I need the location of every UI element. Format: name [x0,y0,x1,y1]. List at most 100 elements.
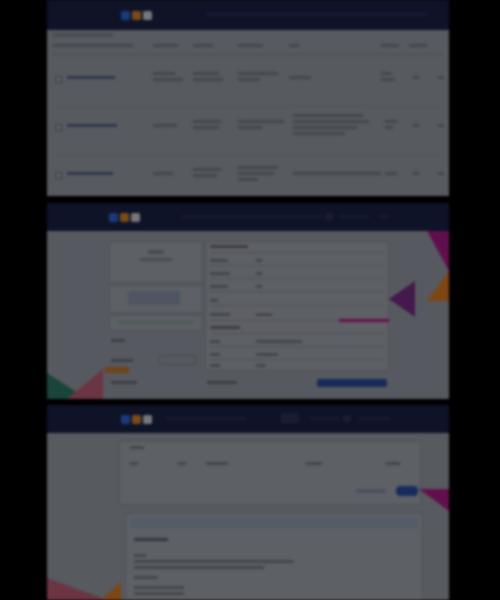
field-value[interactable] [256,285,262,288]
nav-links[interactable] [339,215,369,218]
row-cell [238,166,278,169]
row-cell [293,126,357,129]
row-cell [438,76,444,79]
top-navbar [47,203,449,231]
field-label [210,272,230,275]
nav-links[interactable] [207,13,427,16]
sidebar-label [111,381,137,384]
row-cell [385,126,393,129]
nav-links[interactable] [359,417,389,420]
row-link[interactable] [67,172,113,175]
logo-mark[interactable] [121,7,155,23]
row-cell [438,172,444,175]
nav-links[interactable] [182,215,322,218]
row-cell [385,172,397,175]
sidebar-label [111,339,125,342]
row-cell [153,124,177,127]
row-cell [193,126,219,129]
table-row[interactable] [53,154,444,196]
section-title [207,381,237,384]
nav-links[interactable] [309,417,339,420]
detail-card [125,513,423,600]
nav-icon[interactable] [281,413,299,423]
profile-subtitle [140,258,172,261]
logo-mark[interactable] [109,209,143,225]
upload-dropzone[interactable] [128,291,180,305]
detail-text [134,566,264,569]
decor-triangle [427,271,449,301]
row-cell [238,120,284,123]
summary-label [178,462,186,465]
logo-square-blue [109,212,118,222]
field-value[interactable] [256,353,278,356]
divider [210,278,384,279]
checkbox-icon[interactable] [55,172,62,179]
divider [210,291,384,292]
logo-mark[interactable] [121,411,155,427]
detail-text [134,592,184,595]
field-label [210,313,230,316]
field-label [210,299,218,302]
divider [210,265,384,266]
logo-square-blue [121,414,130,424]
row-cell [293,172,381,175]
divider [210,359,384,360]
logo-square-blue [121,10,130,20]
detail-text [134,554,146,557]
decor-triangle [101,582,121,600]
decor-triangle [67,369,103,399]
checkbox-icon[interactable] [55,76,62,83]
sidebar-action-button[interactable] [105,367,129,373]
divider [210,333,384,334]
field-label [210,364,220,367]
summary-title [130,446,144,449]
upload-card[interactable] [109,285,203,313]
row-cell [193,174,217,177]
logo-square-light [131,212,140,222]
decor-triangle [389,281,415,317]
field-label [210,259,228,262]
nav-icon[interactable] [343,415,351,422]
row-link[interactable] [67,76,115,79]
summary-label [386,462,400,465]
breadcrumb [53,33,113,37]
primary-action-button[interactable] [317,379,387,387]
table-row[interactable] [53,106,444,155]
row-link[interactable] [67,124,117,127]
row-cell [289,76,311,79]
row-cell [413,76,419,79]
field-value[interactable] [256,259,262,262]
panel-table-view [47,0,449,196]
row-cell [238,126,262,129]
row-cell [381,72,391,75]
field-value[interactable] [256,272,262,275]
detail-card-header [130,518,418,528]
field-value[interactable] [256,340,302,343]
row-cell [438,124,444,127]
row-cell [238,172,274,175]
row-cell [153,78,183,81]
field-value[interactable] [256,313,272,316]
progress-bar [118,321,194,324]
nav-links[interactable] [165,417,245,420]
row-cell [413,172,419,175]
decor-line [339,319,389,322]
checkbox-icon[interactable] [55,124,62,131]
primary-button[interactable] [396,486,418,496]
logo-square-orange [132,10,141,20]
summary-label [306,462,322,465]
nav-icon[interactable] [325,213,333,220]
nav-links[interactable] [379,215,389,218]
row-cell [193,168,221,171]
profile-name [148,250,164,254]
top-navbar [47,0,449,30]
col-header [289,44,299,47]
decor-triangle [47,578,107,600]
field-value[interactable] [256,364,266,367]
secondary-button[interactable] [356,489,386,493]
table-row[interactable] [53,58,444,107]
form-section-title [210,326,240,329]
field-label [210,353,220,356]
sidebar-input[interactable] [159,355,197,365]
row-cell [238,78,260,81]
